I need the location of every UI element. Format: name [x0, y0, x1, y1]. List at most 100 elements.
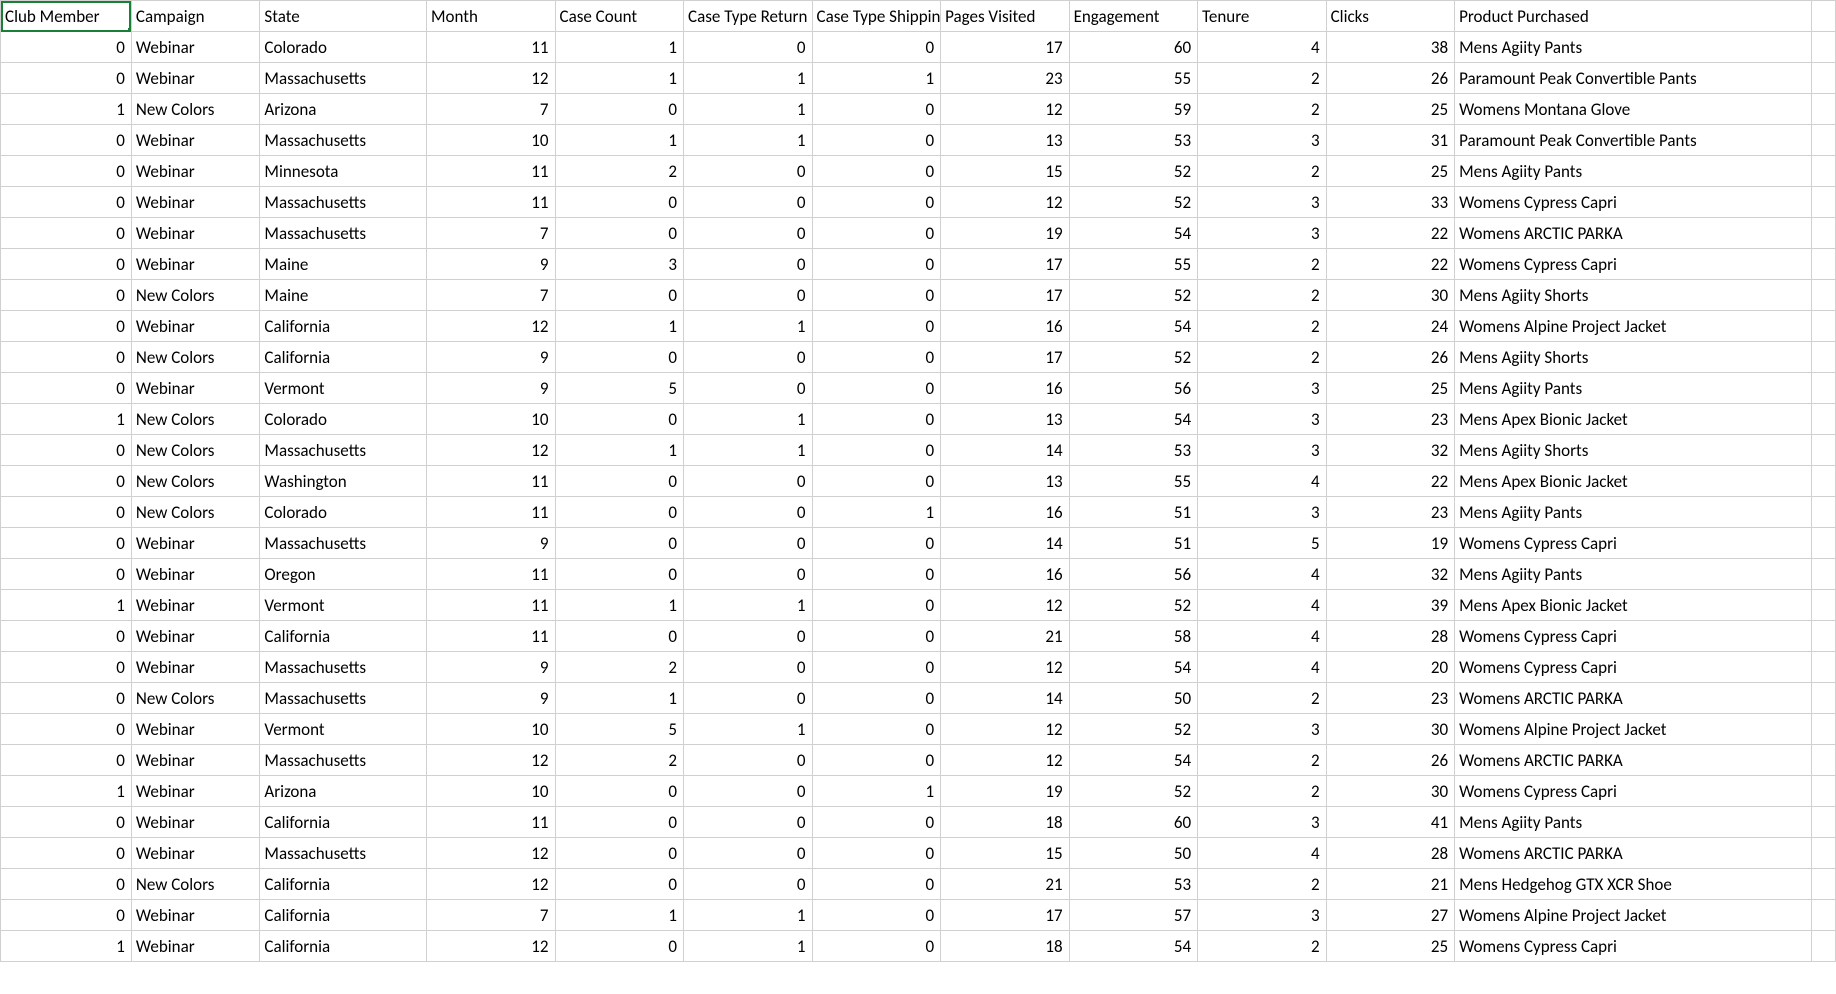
cell[interactable]: 52 — [1069, 156, 1198, 187]
cell[interactable]: 2 — [1198, 156, 1327, 187]
cell[interactable]: 0 — [555, 931, 684, 962]
column-header[interactable]: Case Type Return — [684, 1, 813, 32]
cell[interactable]: 55 — [1069, 249, 1198, 280]
cell[interactable]: 0 — [812, 869, 941, 900]
cell[interactable]: 0 — [1, 900, 132, 931]
cell[interactable]: Womens Cypress Capri — [1455, 621, 1812, 652]
table-row[interactable]: 0New ColorsMaine70001752230Mens Agiity S… — [1, 280, 1836, 311]
cell[interactable]: 23 — [941, 63, 1070, 94]
cell[interactable]: 2 — [1198, 311, 1327, 342]
empty-cell[interactable] — [1812, 187, 1836, 218]
cell[interactable]: 2 — [1198, 776, 1327, 807]
cell[interactable]: New Colors — [131, 404, 260, 435]
cell[interactable]: Arizona — [260, 94, 427, 125]
cell[interactable]: 12 — [941, 714, 1070, 745]
cell[interactable]: 50 — [1069, 838, 1198, 869]
cell[interactable]: California — [260, 931, 427, 962]
cell[interactable]: 24 — [1326, 311, 1455, 342]
cell[interactable]: 32 — [1326, 559, 1455, 590]
cell[interactable]: 11 — [427, 807, 556, 838]
cell[interactable]: 4 — [1198, 559, 1327, 590]
cell[interactable]: 52 — [1069, 187, 1198, 218]
cell[interactable]: 2 — [1198, 745, 1327, 776]
cell[interactable]: New Colors — [131, 466, 260, 497]
cell[interactable]: 1 — [555, 683, 684, 714]
cell[interactable]: 26 — [1326, 342, 1455, 373]
empty-cell[interactable] — [1812, 94, 1836, 125]
cell[interactable]: 16 — [941, 559, 1070, 590]
cell[interactable]: 1 — [1, 404, 132, 435]
cell[interactable]: 12 — [427, 931, 556, 962]
cell[interactable]: 15 — [941, 156, 1070, 187]
empty-cell[interactable] — [1812, 373, 1836, 404]
cell[interactable]: 0 — [812, 621, 941, 652]
cell[interactable]: 0 — [684, 621, 813, 652]
empty-cell[interactable] — [1812, 869, 1836, 900]
cell[interactable]: 0 — [812, 528, 941, 559]
cell[interactable]: Webinar — [131, 187, 260, 218]
empty-cell[interactable] — [1812, 931, 1836, 962]
cell[interactable]: 7 — [427, 900, 556, 931]
cell[interactable]: 0 — [684, 497, 813, 528]
cell[interactable]: 23 — [1326, 683, 1455, 714]
cell[interactable]: 11 — [427, 590, 556, 621]
column-header[interactable]: Case Count — [555, 1, 684, 32]
cell[interactable]: 12 — [941, 652, 1070, 683]
cell[interactable]: 23 — [1326, 404, 1455, 435]
cell[interactable]: 0 — [1, 652, 132, 683]
cell[interactable]: 11 — [427, 156, 556, 187]
empty-cell[interactable] — [1812, 156, 1836, 187]
empty-cell[interactable] — [1812, 590, 1836, 621]
cell[interactable]: 0 — [684, 559, 813, 590]
cell[interactable]: Womens ARCTIC PARKA — [1455, 218, 1812, 249]
cell[interactable]: 0 — [1, 373, 132, 404]
cell[interactable]: New Colors — [131, 869, 260, 900]
cell[interactable]: 9 — [427, 249, 556, 280]
cell[interactable]: Oregon — [260, 559, 427, 590]
cell[interactable]: 55 — [1069, 466, 1198, 497]
cell[interactable]: 20 — [1326, 652, 1455, 683]
table-row[interactable]: 0New ColorsColorado110011651323Mens Agii… — [1, 497, 1836, 528]
empty-cell[interactable] — [1812, 838, 1836, 869]
cell[interactable]: 16 — [941, 497, 1070, 528]
cell[interactable]: 1 — [555, 63, 684, 94]
cell[interactable]: 0 — [684, 869, 813, 900]
cell[interactable]: Massachusetts — [260, 745, 427, 776]
cell[interactable]: 17 — [941, 342, 1070, 373]
cell[interactable]: 0 — [555, 869, 684, 900]
empty-cell[interactable] — [1812, 652, 1836, 683]
cell[interactable]: 0 — [812, 683, 941, 714]
cell[interactable]: 0 — [684, 373, 813, 404]
table-row[interactable]: 0WebinarMassachusetts110001252333Womens … — [1, 187, 1836, 218]
cell[interactable]: 11 — [427, 466, 556, 497]
cell[interactable]: 13 — [941, 125, 1070, 156]
cell[interactable]: Webinar — [131, 373, 260, 404]
cell[interactable]: California — [260, 807, 427, 838]
cell[interactable]: Womens Cypress Capri — [1455, 776, 1812, 807]
cell[interactable]: 12 — [427, 869, 556, 900]
cell[interactable]: 2 — [1198, 63, 1327, 94]
cell[interactable]: Webinar — [131, 156, 260, 187]
cell[interactable]: 0 — [812, 590, 941, 621]
cell[interactable]: 1 — [684, 125, 813, 156]
cell[interactable]: 12 — [941, 94, 1070, 125]
cell[interactable]: Webinar — [131, 621, 260, 652]
cell[interactable]: 32 — [1326, 435, 1455, 466]
cell[interactable]: 2 — [1198, 683, 1327, 714]
cell[interactable]: 0 — [812, 342, 941, 373]
cell[interactable]: Womens Cypress Capri — [1455, 652, 1812, 683]
cell[interactable]: 53 — [1069, 435, 1198, 466]
cell[interactable]: Mens Hedgehog GTX XCR Shoe — [1455, 869, 1812, 900]
cell[interactable]: 5 — [1198, 528, 1327, 559]
cell[interactable]: Colorado — [260, 404, 427, 435]
column-header[interactable]: Case Type Shipping — [812, 1, 941, 32]
cell[interactable]: 16 — [941, 373, 1070, 404]
cell[interactable]: 30 — [1326, 776, 1455, 807]
cell[interactable]: 9 — [427, 373, 556, 404]
cell[interactable]: 0 — [684, 528, 813, 559]
cell[interactable]: 0 — [555, 497, 684, 528]
cell[interactable]: Webinar — [131, 249, 260, 280]
table-row[interactable]: 0WebinarCalifornia71101757327Womens Alpi… — [1, 900, 1836, 931]
column-header[interactable]: Product Purchased — [1455, 1, 1812, 32]
cell[interactable]: 12 — [427, 63, 556, 94]
